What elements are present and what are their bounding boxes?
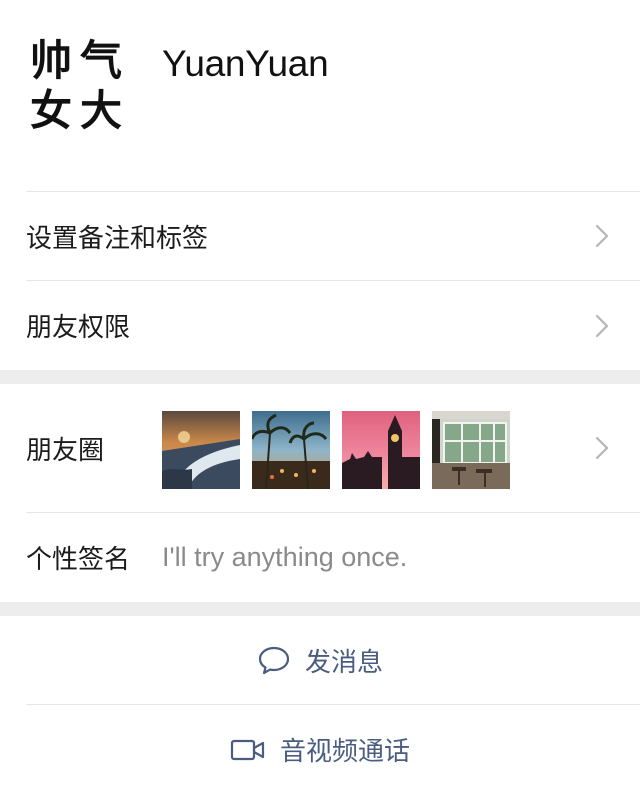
section-separator: [0, 370, 640, 384]
chat-bubble-icon: [258, 646, 290, 675]
chevron-right-icon: [595, 224, 609, 248]
chevron-right-icon: [595, 314, 609, 338]
moments-photo-big-ben: [342, 411, 420, 489]
avatar-char: 大: [79, 86, 122, 135]
remark-tags-label: 设置备注和标签: [26, 223, 209, 254]
friend-permissions-label: 朋友权限: [26, 313, 131, 343]
avatar-char: 气: [79, 36, 122, 85]
nickname: YuanYuan: [162, 43, 329, 84]
signature-row: 个性签名 I'll try anything once.: [0, 513, 640, 602]
video-call-button[interactable]: 音视频通话: [0, 705, 640, 794]
video-call-label: 音视频通话: [279, 737, 410, 767]
signature-text: I'll try anything once.: [162, 542, 408, 572]
moments-row[interactable]: 朋友圈: [0, 384, 640, 512]
signature-label: 个性签名: [26, 545, 131, 575]
section-separator: [0, 602, 640, 616]
moments-label: 朋友圈: [26, 435, 105, 466]
send-message-button[interactable]: 发消息: [0, 616, 640, 704]
profile-header: 帅 气 女 大 YuanYuan: [0, 0, 640, 191]
chevron-right-icon: [595, 436, 609, 460]
video-camera-icon: [230, 739, 265, 760]
friend-permissions-row[interactable]: 朋友权限: [0, 281, 640, 370]
avatar[interactable]: 帅 气 女 大: [26, 36, 126, 136]
send-message-label: 发消息: [304, 647, 383, 678]
avatar-char: 帅: [29, 36, 72, 85]
moments-photo-palms: [252, 411, 330, 489]
remark-tags-row[interactable]: 设置备注和标签: [0, 192, 640, 280]
moments-photo-waterfall: [162, 411, 240, 489]
moments-photo-cafe: [432, 411, 510, 489]
avatar-char: 女: [29, 86, 72, 135]
